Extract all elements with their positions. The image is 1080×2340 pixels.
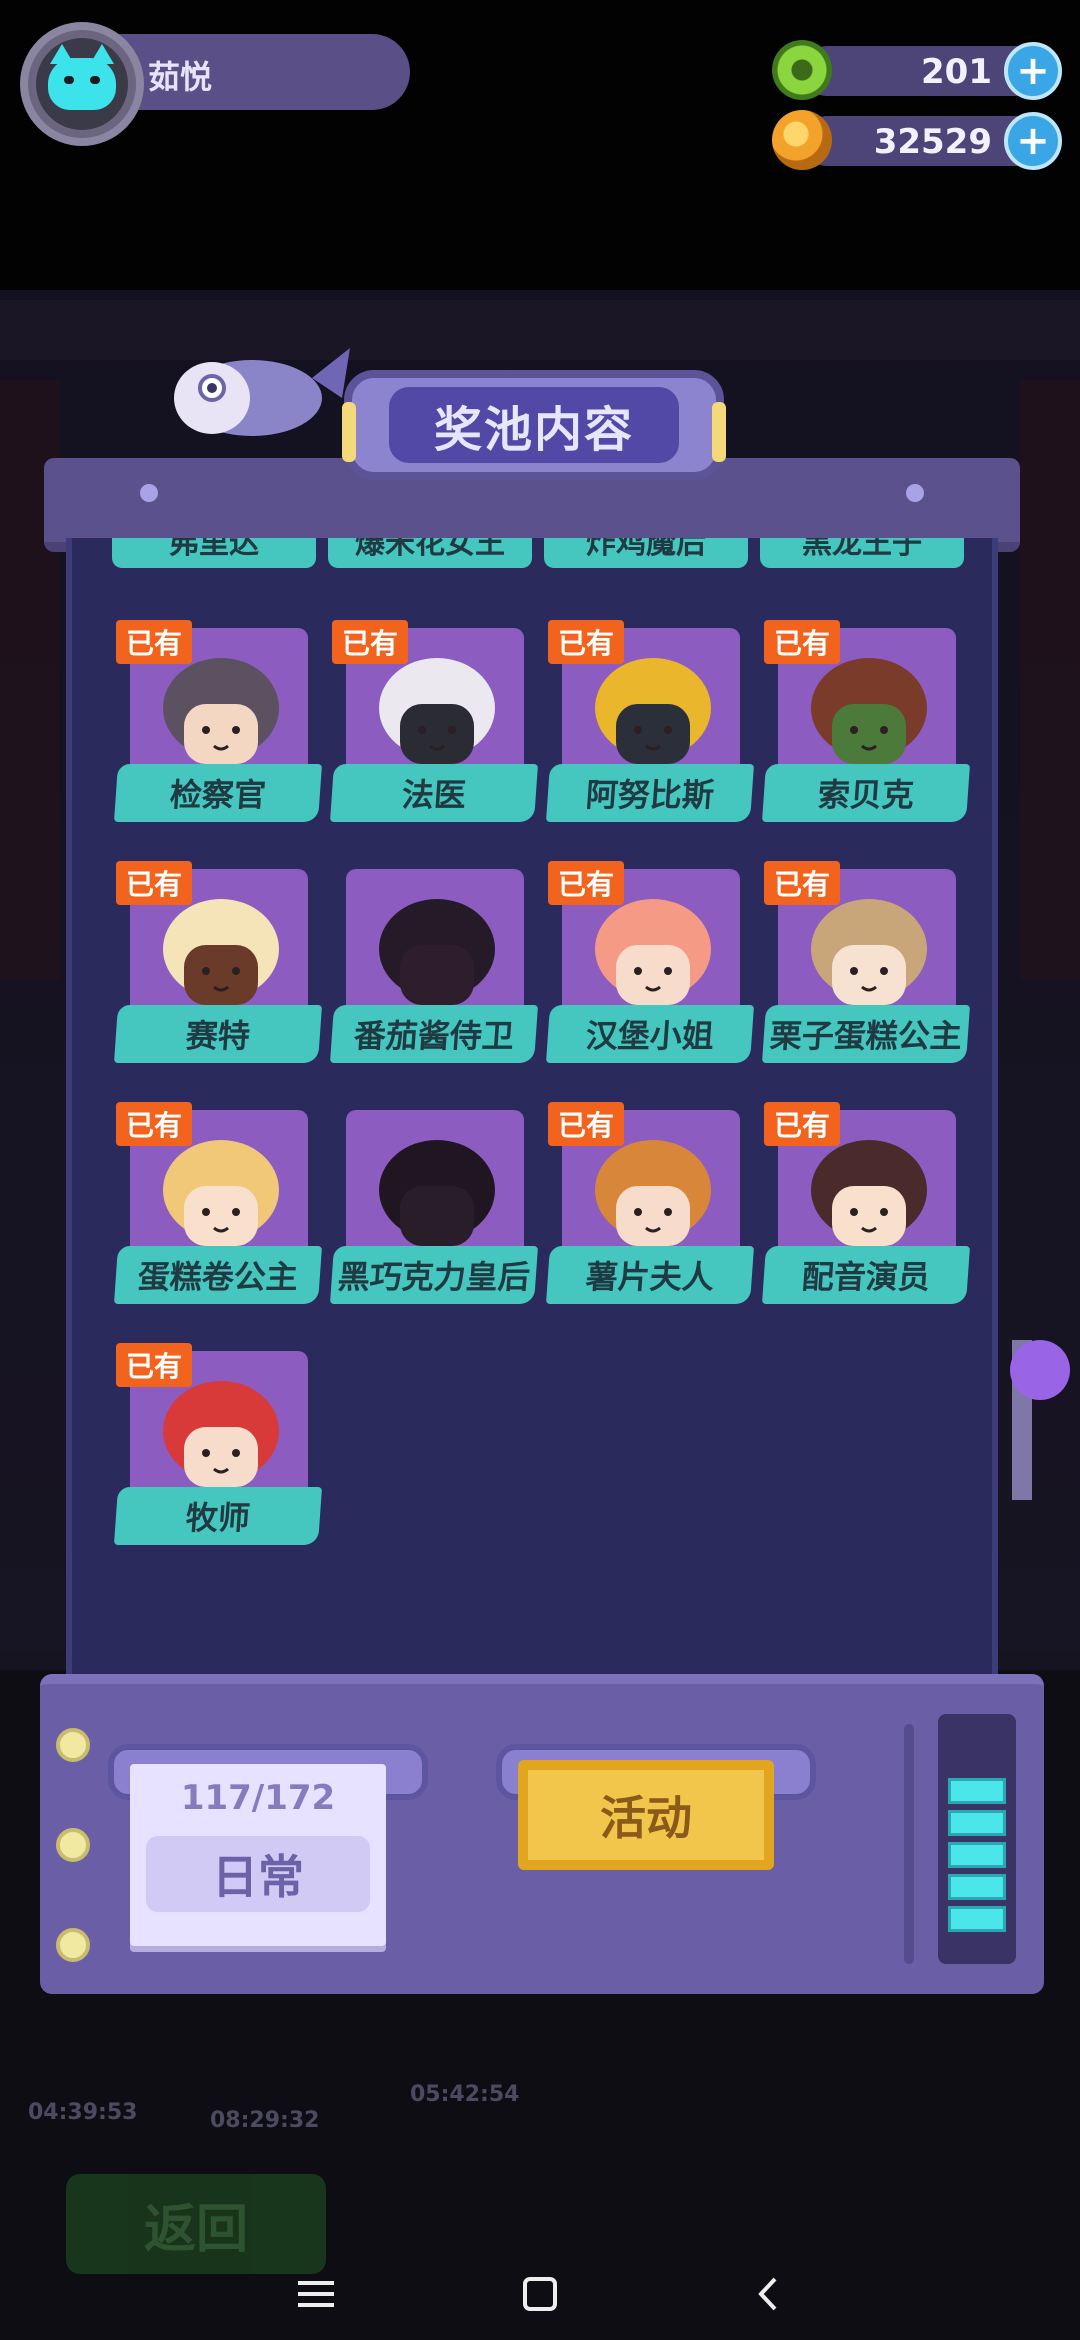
character-card[interactable]: 蛋糕卷公主 已有 <box>113 1102 323 1306</box>
character-name: 检察官 <box>113 764 323 822</box>
meter-segment <box>948 1810 1006 1836</box>
character-name: 薯片夫人 <box>545 1246 755 1304</box>
pool-title: 奖池内容 <box>389 387 679 463</box>
character-card[interactable]: 牧师 已有 <box>113 1343 323 1547</box>
prize-pool-machine: 奖池内容 弗里达 爆米花女王 炸鸡魔后 黑龙王子 检察官 已有 法医 已有 阿努比斯 已有 索贝克… <box>40 348 1044 1998</box>
currency-planet: 32529 + <box>762 110 1062 170</box>
add-donut-button[interactable]: + <box>1004 42 1062 100</box>
owned-badge: 已有 <box>764 1102 840 1146</box>
currency-planet-amount: 32529 <box>873 122 992 162</box>
owned-badge: 已有 <box>116 1102 192 1146</box>
player-profile[interactable]: 茹悦 <box>20 22 410 146</box>
pool-console: 117/172 日常 活动 <box>40 1674 1044 1994</box>
green-donut-coin-icon <box>772 40 832 100</box>
character-card[interactable]: 番茄酱侍卫 <box>329 869 539 1065</box>
character-name: 汉堡小姐 <box>545 1005 755 1063</box>
owned-badge: 已有 <box>764 620 840 664</box>
owned-badge: 已有 <box>548 1102 624 1146</box>
character-portrait <box>372 887 502 1017</box>
character-name: 番茄酱侍卫 <box>329 1005 539 1063</box>
cat-avatar-icon <box>48 44 116 110</box>
owned-badge: 已有 <box>116 1343 192 1387</box>
daily-ticket[interactable]: 117/172 日常 <box>130 1764 386 1946</box>
player-name: 茹悦 <box>148 58 213 96</box>
character-card[interactable]: 汉堡小姐 已有 <box>545 861 755 1065</box>
lamp-icon <box>56 1828 90 1862</box>
avatar[interactable] <box>20 22 144 146</box>
character-name: 阿努比斯 <box>545 764 755 822</box>
character-portrait <box>372 1128 502 1258</box>
pool-title-plate: 奖池内容 <box>342 370 726 480</box>
character-card[interactable]: 配音演员 已有 <box>761 1102 971 1306</box>
progress-meter <box>938 1714 1016 1964</box>
character-card[interactable]: 赛特 已有 <box>113 861 323 1065</box>
menu-icon[interactable] <box>286 2264 346 2324</box>
system-navbar <box>0 2240 1080 2340</box>
character-card[interactable]: 薯片夫人 已有 <box>545 1102 755 1306</box>
character-card[interactable]: 法医 已有 <box>329 620 539 824</box>
character-portrait <box>588 646 718 776</box>
character-card[interactable]: 阿努比斯 已有 <box>545 620 755 824</box>
character-name: 黑巧克力皇后 <box>329 1246 539 1304</box>
character-portrait <box>156 1128 286 1258</box>
character-name: 索贝克 <box>761 764 971 822</box>
character-portrait <box>156 1369 286 1499</box>
currency-donut-amount: 201 <box>921 52 992 92</box>
character-portrait <box>804 887 934 1017</box>
owned-badge: 已有 <box>332 620 408 664</box>
character-portrait <box>372 646 502 776</box>
collection-count: 117/172 <box>180 1778 336 1818</box>
character-card[interactable]: 黑巧克力皇后 <box>329 1110 539 1306</box>
lever-knob[interactable] <box>1010 1340 1070 1400</box>
lamp-icon <box>56 1928 90 1962</box>
owned-badge: 已有 <box>116 620 192 664</box>
cut-off-label: 弗里达 <box>112 538 316 568</box>
back-chevron-icon[interactable] <box>738 2264 798 2324</box>
lamp-icon <box>56 1728 90 1762</box>
pool-panel[interactable]: 弗里达 爆米花女王 炸鸡魔后 黑龙王子 检察官 已有 法医 已有 阿努比斯 已有 索贝克 已有 赛特已… <box>66 538 998 1678</box>
home-square-icon[interactable] <box>510 2264 570 2324</box>
meter-segment <box>948 1778 1006 1804</box>
character-card[interactable]: 索贝克 已有 <box>761 620 971 824</box>
meter-segment <box>948 1906 1006 1932</box>
character-portrait <box>156 646 286 776</box>
fish-decoration-icon <box>172 328 352 448</box>
currency-donut: 201 + <box>762 40 1062 100</box>
daily-tab-button[interactable]: 日常 <box>146 1836 370 1912</box>
character-name: 蛋糕卷公主 <box>113 1246 323 1304</box>
character-name: 牧师 <box>113 1487 323 1545</box>
character-portrait <box>588 887 718 1017</box>
add-planet-button[interactable]: + <box>1004 112 1062 170</box>
event-tab-button[interactable]: 活动 <box>518 1760 774 1870</box>
character-name: 配音演员 <box>761 1246 971 1304</box>
character-portrait <box>804 646 934 776</box>
owned-badge: 已有 <box>116 861 192 905</box>
cut-off-label: 黑龙王子 <box>760 538 964 568</box>
character-portrait <box>156 887 286 1017</box>
character-portrait <box>588 1128 718 1258</box>
character-name: 法医 <box>329 764 539 822</box>
meter-segment <box>948 1874 1006 1900</box>
console-divider <box>904 1724 914 1964</box>
character-portrait <box>804 1128 934 1258</box>
owned-badge: 已有 <box>764 861 840 905</box>
character-card[interactable]: 栗子蛋糕公主 已有 <box>761 861 971 1065</box>
cut-off-label: 炸鸡魔后 <box>544 538 748 568</box>
planet-coin-icon <box>772 110 832 170</box>
game-screen: 04:39:53 08:29:32 05:42:54 返回 茹悦 201 + 3… <box>0 0 1080 2340</box>
character-card[interactable]: 检察官 已有 <box>113 620 323 824</box>
character-name: 栗子蛋糕公主 <box>761 1005 971 1063</box>
character-name: 赛特 <box>113 1005 323 1063</box>
cut-off-label: 爆米花女王 <box>328 538 532 568</box>
meter-segment <box>948 1842 1006 1868</box>
owned-badge: 已有 <box>548 861 624 905</box>
owned-badge: 已有 <box>548 620 624 664</box>
